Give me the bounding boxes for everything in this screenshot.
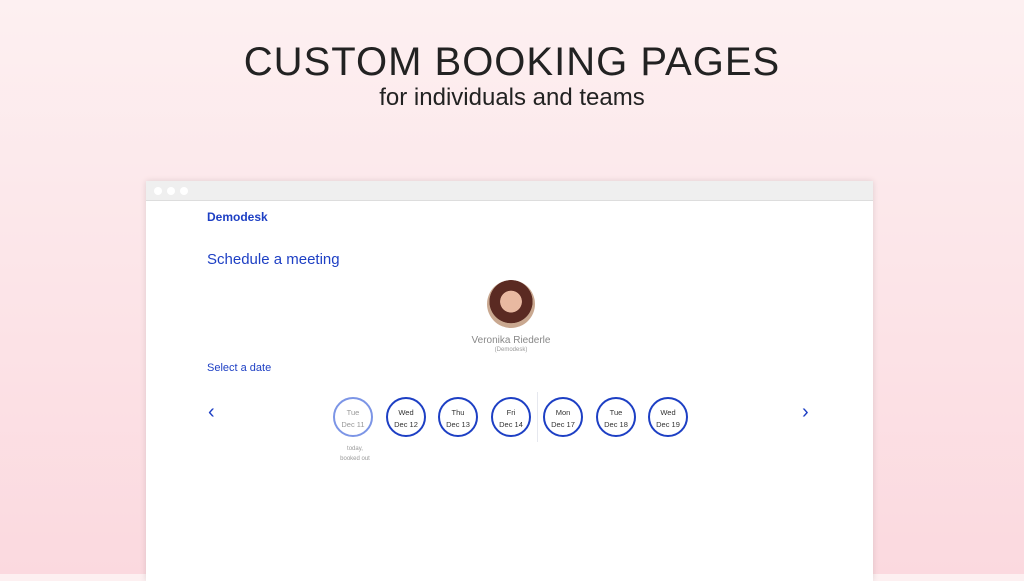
day-label: Tue bbox=[346, 408, 360, 417]
window-dot bbox=[180, 186, 188, 195]
window-dot bbox=[154, 186, 162, 195]
date-label: Dec 19 bbox=[656, 420, 680, 429]
date-label: Dec 13 bbox=[446, 420, 470, 429]
hero-title: CUSTOM BOOKING PAGES bbox=[243, 40, 781, 84]
chevron-right-icon[interactable]: › bbox=[802, 401, 809, 424]
date-label: Dec 18 bbox=[604, 420, 628, 429]
day-label: Wed bbox=[398, 408, 414, 417]
host-org: (Demodesk) bbox=[494, 347, 528, 353]
date-dec-19[interactable]: Wed Dec 19 bbox=[648, 397, 688, 437]
browser-window: Demodesk Schedule a meeting Veronika Rie… bbox=[146, 181, 873, 581]
day-label: Wed bbox=[660, 408, 676, 417]
page-title: Schedule a meeting bbox=[207, 251, 340, 268]
date-dec-11: Tue Dec 11 bbox=[333, 397, 373, 437]
day-label: Tue bbox=[609, 408, 623, 417]
booked-out-note: today, booked out bbox=[332, 444, 378, 464]
note-booked: booked out bbox=[340, 456, 370, 462]
date-label: Dec 17 bbox=[551, 420, 575, 429]
host-name: Veronika Riederle bbox=[471, 335, 551, 346]
host-avatar bbox=[487, 280, 535, 328]
day-label: Mon bbox=[555, 408, 571, 417]
select-date-label: Select a date bbox=[207, 362, 272, 374]
window-dot bbox=[167, 186, 175, 195]
date-label: Dec 14 bbox=[499, 420, 523, 429]
demodesk-logo[interactable]: Demodesk bbox=[207, 210, 268, 224]
date-dec-13[interactable]: Thu Dec 13 bbox=[438, 397, 478, 437]
day-label: Fri bbox=[506, 408, 516, 417]
date-dec-18[interactable]: Tue Dec 18 bbox=[596, 397, 636, 437]
week-divider bbox=[537, 392, 538, 442]
hero-subtitle: for individuals and teams bbox=[379, 84, 645, 111]
date-dec-17[interactable]: Mon Dec 17 bbox=[543, 397, 583, 437]
date-label: Dec 11 bbox=[341, 420, 365, 429]
day-label: Thu bbox=[451, 408, 465, 417]
note-today: today, bbox=[347, 446, 363, 452]
date-dec-12[interactable]: Wed Dec 12 bbox=[386, 397, 426, 437]
chevron-left-icon[interactable]: ‹ bbox=[208, 401, 215, 424]
date-label: Dec 12 bbox=[394, 420, 418, 429]
window-titlebar bbox=[146, 181, 873, 201]
date-dec-14[interactable]: Fri Dec 14 bbox=[491, 397, 531, 437]
